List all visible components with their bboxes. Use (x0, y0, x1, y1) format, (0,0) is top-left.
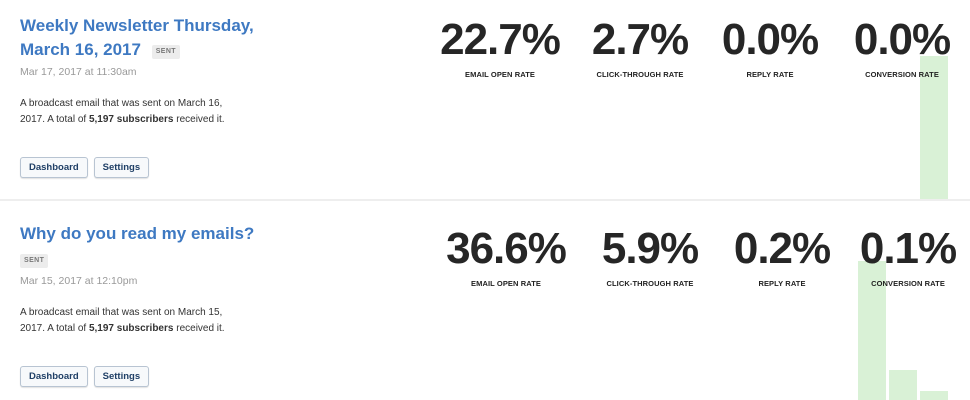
metric-label: CONVERSION RATE (871, 279, 945, 288)
campaign-title[interactable]: Why do you read my emails? (20, 222, 320, 246)
metric-value: 0.1% (859, 224, 957, 273)
metric-email-open-rate: 36.6% EMAIL OPEN RATE (436, 224, 576, 289)
dashboard-button[interactable]: Dashboard (20, 366, 88, 387)
metric-value: 36.6% (446, 224, 567, 273)
campaign-actions: Dashboard Settings (20, 157, 155, 178)
metric-conversion-rate: 0.1% CONVERSION RATE (852, 224, 964, 289)
subscriber-count: 5,197 subscribers (88, 113, 174, 125)
settings-button[interactable]: Settings (93, 366, 150, 387)
description-suffix: received it. (176, 322, 225, 334)
metric-value: 22.7% (440, 15, 561, 64)
metric-reply-rate: 0.0% REPLY RATE (712, 15, 828, 80)
metric-label: CONVERSION RATE (865, 70, 939, 79)
metric-value: 0.0% (853, 15, 951, 64)
metric-label: CLICK-THROUGH RATE (606, 279, 694, 288)
campaign-description: A broadcast email that was sent on March… (20, 305, 250, 336)
metric-value: 5.9% (601, 224, 699, 273)
settings-button[interactable]: Settings (93, 157, 150, 178)
metric-click-through-rate: 2.7% CLICK-THROUGH RATE (578, 15, 702, 80)
metric-label: REPLY RATE (758, 279, 806, 288)
status-badge: SENT (151, 45, 180, 59)
metric-value: 2.7% (591, 15, 689, 64)
metric-label: CLICK-THROUGH RATE (596, 70, 684, 79)
metric-label: EMAIL OPEN RATE (465, 70, 535, 79)
campaign-date: Mar 15, 2017 at 12:10pm (20, 275, 138, 287)
stats-bar (920, 391, 948, 400)
metric-reply-rate: 0.2% REPLY RATE (726, 224, 838, 289)
metric-conversion-rate: 0.0% CONVERSION RATE (846, 15, 958, 80)
metric-click-through-rate: 5.9% CLICK-THROUGH RATE (588, 224, 712, 289)
campaign-title[interactable]: Weekly Newsletter Thursday, March 16, 20… (20, 14, 280, 62)
metric-email-open-rate: 22.7% EMAIL OPEN RATE (430, 15, 570, 80)
campaign-title-line-1[interactable]: Weekly Newsletter Thursday, (20, 16, 254, 35)
metric-value: 0.2% (733, 224, 831, 273)
campaign-description: A broadcast email that was sent on March… (20, 96, 250, 127)
campaign-date: Mar 17, 2017 at 11:30am (20, 66, 137, 78)
dashboard-button[interactable]: Dashboard (20, 157, 88, 178)
campaign-actions: Dashboard Settings (20, 366, 155, 387)
status-badge-wrap: SENT (20, 251, 49, 269)
metric-label: REPLY RATE (746, 70, 794, 79)
subscriber-count: 5,197 subscribers (88, 322, 174, 334)
campaign-title-line-2[interactable]: March 16, 2017 (20, 40, 141, 59)
campaign-row: Why do you read my emails? SENT Mar 15, … (0, 201, 970, 400)
status-badge: SENT (20, 254, 49, 268)
campaign-row: Weekly Newsletter Thursday, March 16, 20… (0, 0, 970, 200)
metric-label: EMAIL OPEN RATE (471, 279, 541, 288)
description-suffix: received it. (176, 113, 225, 125)
stats-bar (889, 370, 917, 400)
metric-value: 0.0% (721, 15, 819, 64)
campaign-title-text[interactable]: Why do you read my emails? (20, 224, 254, 243)
